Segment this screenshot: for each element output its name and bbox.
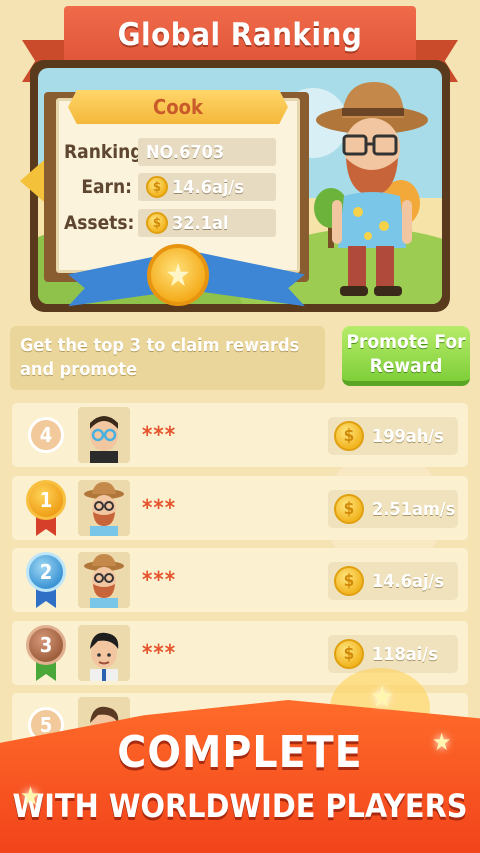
player-avatar <box>78 407 130 463</box>
player-avatar <box>78 625 130 681</box>
medal-rank: 2 <box>26 552 66 592</box>
character-illustration <box>316 82 428 296</box>
player-name: *** <box>142 423 177 448</box>
assets-label: Assets: <box>64 212 135 234</box>
coin-icon: $ <box>334 421 364 451</box>
income-value: 199ah/s <box>372 425 444 447</box>
silver-medal-icon: 2 <box>24 550 68 610</box>
star-badge-icon: ★ <box>147 244 209 306</box>
income-box: $ 14.6aj/s <box>328 562 458 600</box>
bronze-medal-icon: 3 <box>24 623 68 683</box>
coin-icon: $ <box>334 566 364 596</box>
sparkle-icon: ★ <box>370 680 395 715</box>
ranking-row[interactable]: 4 *** $ 199ah/s <box>12 403 468 467</box>
ranking-label: Ranking: <box>64 141 150 163</box>
earn-label: Earn: <box>81 176 132 198</box>
coin-icon: $ <box>334 639 364 669</box>
earn-box: $ 14.6aj/s <box>138 173 276 201</box>
promo-subheadline: WITH WORLDWIDE PLAYERS <box>12 787 468 825</box>
medal-rank: 3 <box>26 625 66 665</box>
ranking-row: Ranking: NO.6703 <box>64 137 276 167</box>
coin-icon: $ <box>146 212 168 234</box>
player-avatar <box>78 552 130 608</box>
ranking-row[interactable]: 2 *** $ 14.6aj/s <box>12 548 468 612</box>
player-avatar <box>78 480 130 536</box>
sparkle-icon: ★ <box>20 782 41 812</box>
income-box: $ 2.51am/s <box>328 490 458 528</box>
page-title: Global Ranking <box>64 6 416 68</box>
income-value: 14.6aj/s <box>372 570 444 592</box>
promo-headline: COMPLETE <box>117 727 363 778</box>
assets-box: $ 32.1al <box>138 209 276 237</box>
sparkle-icon: ★ <box>432 728 452 756</box>
promote-for-reward-button[interactable]: Promote For Reward <box>342 326 470 386</box>
earn-row: Earn: $ 14.6aj/s <box>64 172 276 202</box>
earn-value: 14.6aj/s <box>172 176 244 198</box>
reward-hint: Get the top 3 to claim rewards and promo… <box>10 326 325 390</box>
ranking-value: NO.6703 <box>138 138 276 166</box>
coin-icon: $ <box>146 176 168 198</box>
player-name: *** <box>142 568 177 593</box>
assets-row: Assets: $ 32.1al <box>64 208 276 238</box>
player-name: *** <box>142 641 177 666</box>
gold-medal-icon: 1 <box>24 478 68 538</box>
ranking-row[interactable]: 1 *** $ 2.51am/s <box>12 476 468 540</box>
player-name: Cook <box>68 90 288 124</box>
rank-number: 4 <box>28 417 64 453</box>
income-box: $ 118ai/s <box>328 635 458 673</box>
assets-value: 32.1al <box>172 212 229 234</box>
income-value: 118ai/s <box>372 643 438 665</box>
medal-rank: 1 <box>26 480 66 520</box>
income-box: $ 199ah/s <box>328 417 458 455</box>
income-value: 2.51am/s <box>372 498 456 520</box>
coin-icon: $ <box>334 494 364 524</box>
player-name: *** <box>142 496 177 521</box>
